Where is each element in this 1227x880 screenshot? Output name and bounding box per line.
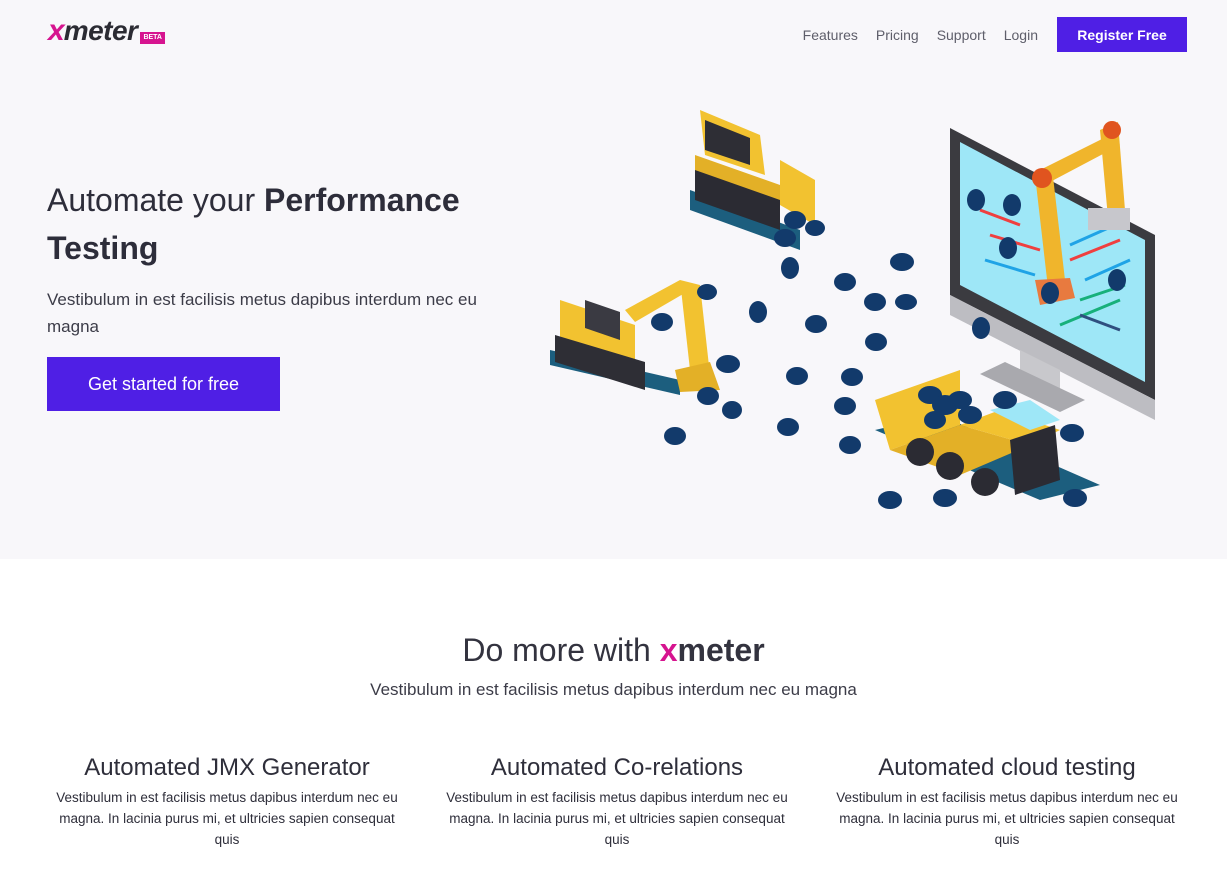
xmeter-logo[interactable]: x meter BETA (48, 14, 165, 46)
hero-section: x meter BETA Features Pricing Support Lo… (0, 0, 1227, 559)
get-started-button[interactable]: Get started for free (47, 357, 280, 411)
feature-card: Automated JMX Generator Vestibulum in es… (47, 753, 407, 850)
section-title-prefix: Do more with (462, 632, 660, 668)
nav-support-link[interactable]: Support (937, 27, 986, 43)
bulldozer-graphic (690, 110, 815, 250)
feature-text: Vestibulum in est facilisis metus dapibu… (836, 790, 1178, 847)
feature-title: Automated JMX Generator (84, 754, 370, 781)
register-free-button[interactable]: Register Free (1057, 17, 1187, 52)
section-title-brand-x: x (659, 632, 678, 668)
feature-text: Vestibulum in est facilisis metus dapibu… (446, 790, 788, 847)
feature-title: Automated cloud testing (878, 754, 1136, 781)
nav-pricing-link[interactable]: Pricing (876, 27, 919, 43)
section-subtitle: Vestibulum in est facilisis metus dapibu… (370, 680, 857, 699)
feature-text: Vestibulum in est facilisis metus dapibu… (56, 790, 398, 847)
logo-meter: meter (63, 15, 138, 46)
beta-badge: BETA (140, 32, 165, 44)
nav-features-link[interactable]: Features (803, 27, 858, 43)
hero-title-light: Automate your (47, 182, 264, 218)
excavator-graphic (550, 280, 720, 395)
top-nav: Features Pricing Support Login Register … (803, 17, 1187, 52)
feature-card: Automated Co-relations Vestibulum in est… (437, 753, 797, 850)
hero-illustration (550, 110, 1155, 509)
hero-subtitle: Vestibulum in est facilisis metus dapibu… (47, 290, 477, 336)
hero-title: Automate your Performance Testing (47, 176, 507, 272)
features-grid: Automated JMX Generator Vestibulum in es… (47, 753, 1187, 850)
section-title: Do more with xmeter (0, 632, 1227, 669)
nav-login-link[interactable]: Login (1004, 27, 1038, 43)
feature-card: Automated cloud testing Vestibulum in es… (827, 753, 1187, 850)
feature-title: Automated Co-relations (490, 754, 744, 781)
section-title-brand-meter: meter (677, 632, 765, 668)
logo-x: x (48, 14, 65, 47)
